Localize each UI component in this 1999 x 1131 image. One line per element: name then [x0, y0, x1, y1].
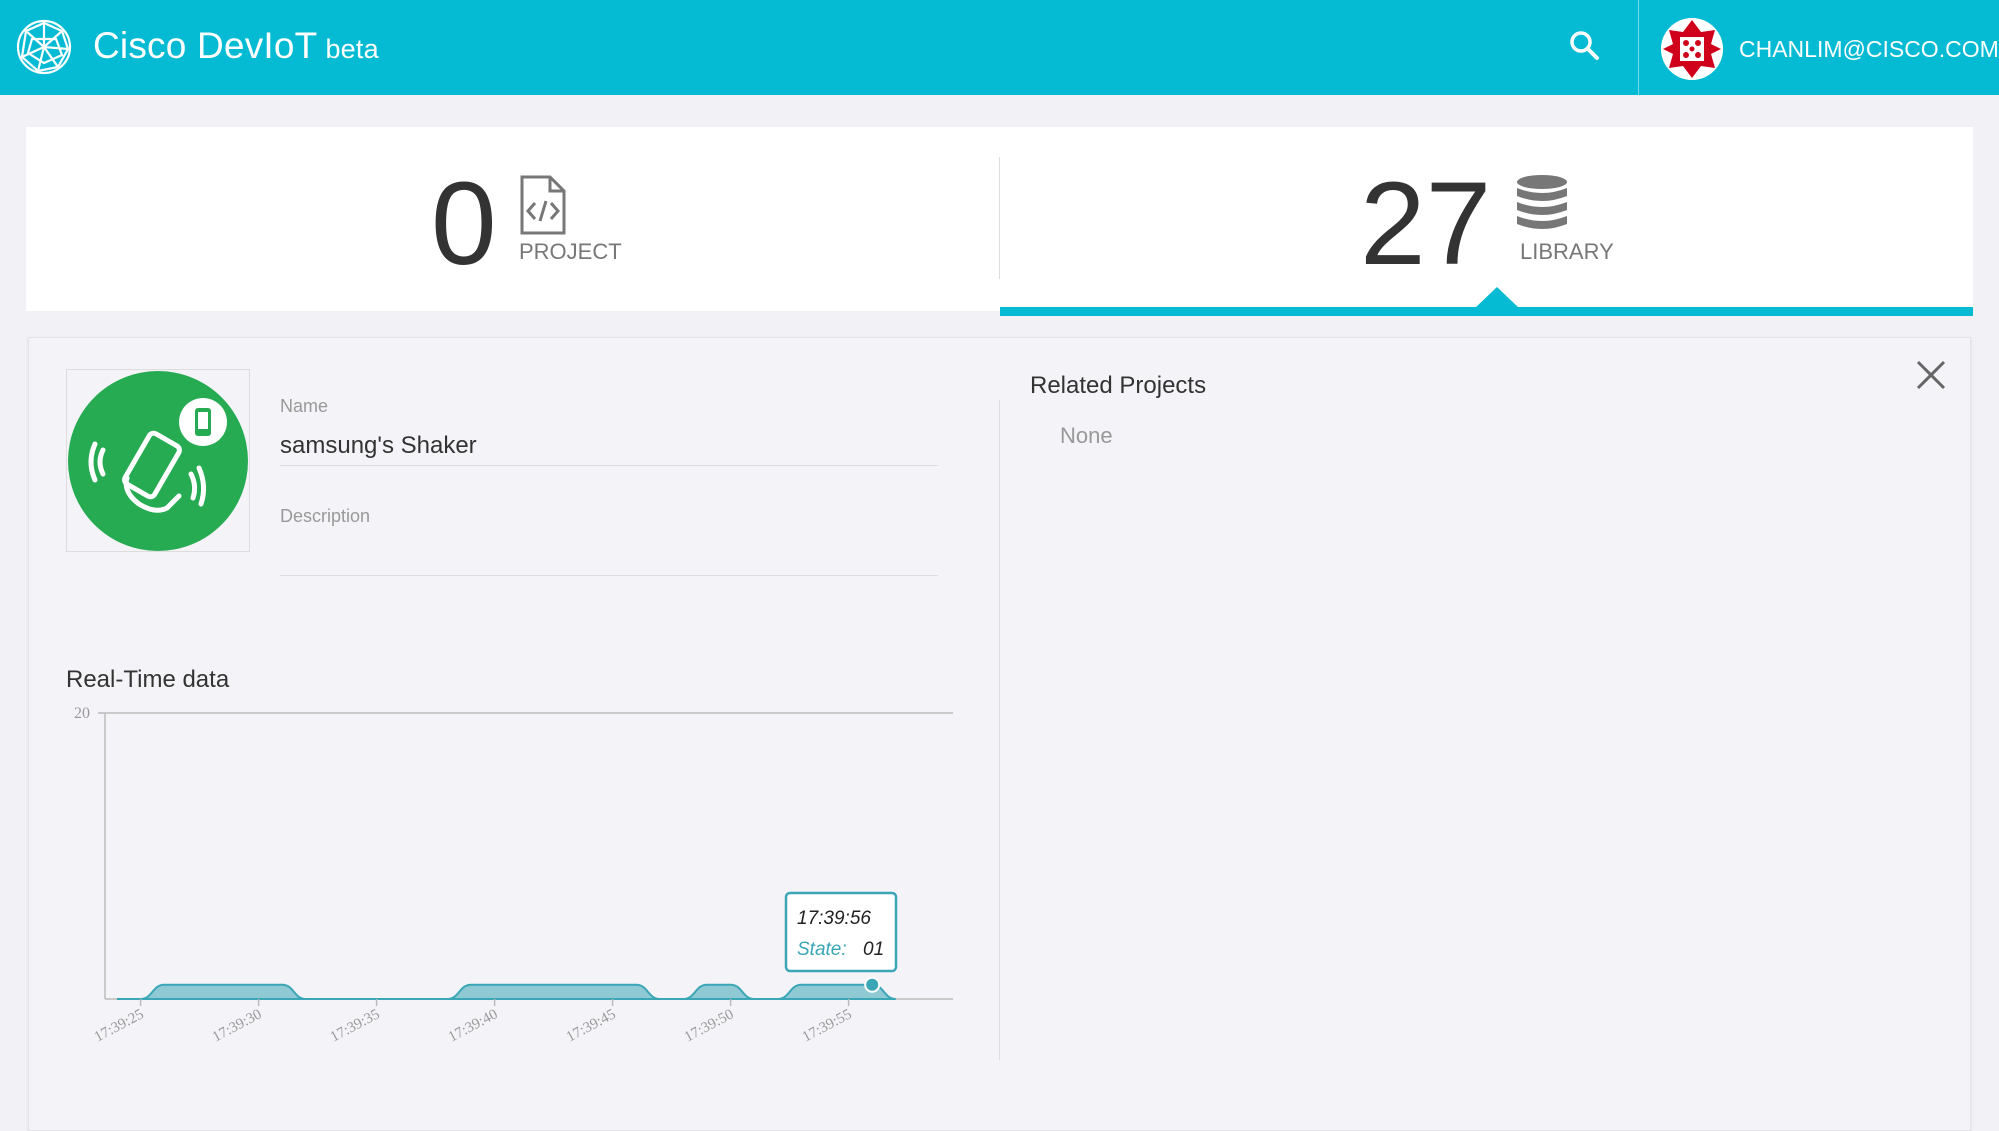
x-tick-label: 17:39:35 [328, 1006, 383, 1045]
active-tab-caret [1475, 287, 1519, 308]
panel-divider [999, 400, 1000, 1060]
y-tick-label: 20 [74, 705, 90, 722]
x-tick-label: 17:39:25 [92, 1006, 147, 1045]
x-tick-label: 17:39:55 [800, 1006, 855, 1045]
top-navbar: Cisco DevIoT beta CHANLIM@CISCO.COM [0, 0, 1999, 95]
name-field[interactable]: samsung's Shaker [280, 432, 477, 460]
code-file-icon [520, 175, 566, 235]
realtime-chart: 20 17:39:25 17:39:30 17:39:35 17:39:40 17:39… [74, 705, 953, 1046]
active-tab-indicator [1000, 307, 1973, 316]
brand-name: Cisco DevIoT [93, 25, 318, 66]
chart-tooltip: 17:39:56 State: 01 [784, 891, 898, 973]
library-stat[interactable]: 27 LIBRARY [1000, 127, 1973, 311]
project-stat[interactable]: 0 PROJECT [26, 127, 999, 311]
x-tick-label: 17:39:30 [210, 1006, 265, 1045]
app-brand[interactable]: Cisco DevIoT beta [93, 23, 379, 72]
close-icon[interactable] [1914, 358, 1948, 392]
shaking-phone-icon [68, 371, 248, 551]
user-avatar-icon[interactable] [1661, 18, 1723, 80]
series-area [117, 983, 896, 1000]
related-projects-value: None [1060, 423, 1113, 448]
stats-bar: 0 PROJECT 27 LIBRARY [26, 127, 1973, 311]
user-email[interactable]: CHANLIM@CISCO.COM [1739, 36, 1999, 63]
name-label: Name [280, 396, 329, 416]
database-icon [1517, 175, 1567, 229]
library-label: LIBRARY [1520, 239, 1614, 264]
tooltip-value: 01 [863, 939, 884, 960]
description-label: Description [280, 506, 371, 526]
header-divider [1638, 0, 1639, 95]
tooltip-time: 17:39:56 [797, 908, 871, 929]
description-underline [280, 575, 938, 576]
x-tick-label: 17:39:45 [564, 1006, 619, 1045]
x-tick-label: 17:39:40 [446, 1006, 501, 1045]
search-icon[interactable] [1565, 26, 1605, 66]
tooltip-series-label: State: [797, 939, 847, 960]
beta-tag: beta [325, 34, 379, 64]
name-underline [280, 465, 938, 466]
project-count: 0 [431, 158, 497, 290]
project-label: PROJECT [519, 239, 622, 264]
library-count: 27 [1360, 158, 1492, 290]
network-globe-icon[interactable] [14, 17, 74, 77]
realtime-title: Real-Time data [66, 666, 230, 693]
related-projects-title: Related Projects [1030, 372, 1207, 399]
x-tick-label: 17:39:50 [682, 1006, 737, 1045]
description-field[interactable] [280, 540, 938, 570]
highlighted-point[interactable] [864, 976, 881, 993]
